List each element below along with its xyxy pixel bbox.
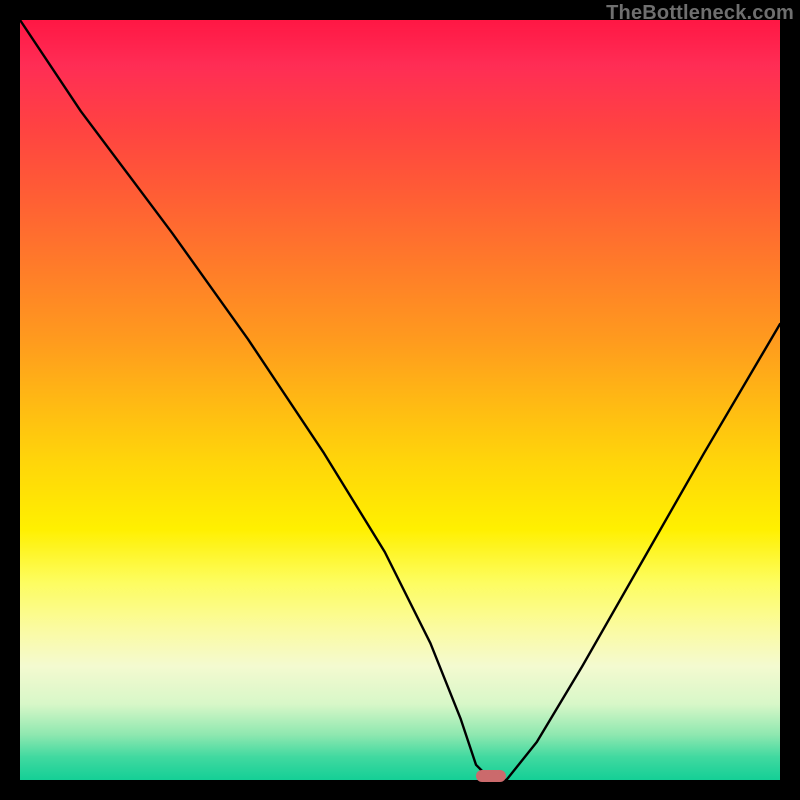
optimal-point-marker — [476, 770, 506, 782]
plot-area — [20, 20, 780, 780]
bottleneck-curve — [20, 20, 780, 780]
chart-frame: TheBottleneck.com — [0, 0, 800, 800]
